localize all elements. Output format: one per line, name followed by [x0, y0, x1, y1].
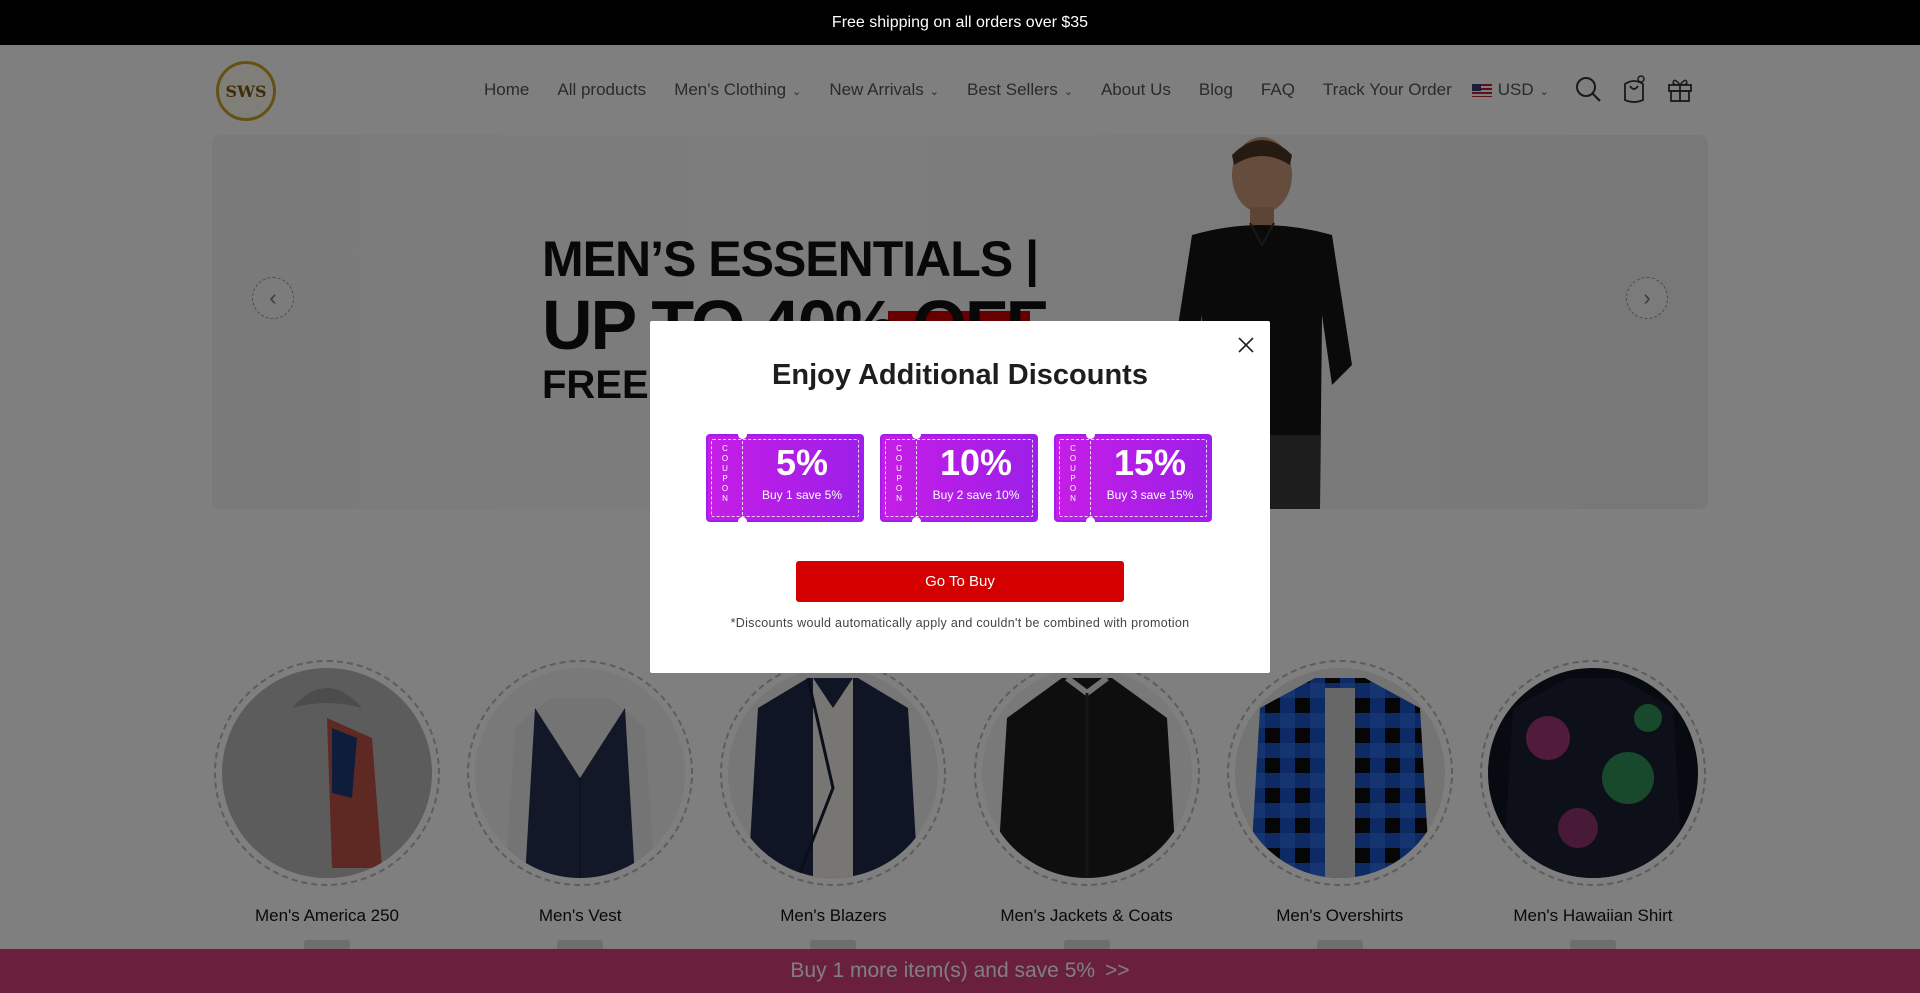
coupon-letter: U — [722, 464, 728, 473]
coupon-percent: 15% — [1113, 442, 1187, 483]
coupon-letter: U — [1070, 464, 1076, 473]
discount-popup: Enjoy Additional Discounts COUPON 5% Buy… — [650, 321, 1270, 673]
coupon-notch — [1086, 430, 1095, 439]
coupon-percent: 10% — [939, 442, 1013, 483]
announcement-bar: Free shipping on all orders over $35 — [0, 0, 1920, 45]
popup-disclaimer: *Discounts would automatically apply and… — [730, 616, 1190, 630]
coupon-list: COUPON 5% Buy 1 save 5% COUPON 10% Buy 2… — [706, 430, 1212, 526]
coupon-letter: O — [895, 484, 903, 493]
coupon-notch — [1086, 517, 1095, 526]
coupon-card: COUPON 15% Buy 3 save 15% — [1054, 430, 1212, 526]
coupon-card: COUPON 5% Buy 1 save 5% — [706, 430, 864, 526]
coupon-letter: O — [721, 484, 729, 493]
coupon-side-label: COUPON — [888, 444, 910, 504]
coupon-letter: C — [1070, 444, 1076, 453]
coupon-notch — [738, 517, 747, 526]
coupon-percent: 5% — [775, 442, 829, 483]
coupon-letter: P — [722, 474, 728, 483]
coupon-letter: N — [722, 494, 728, 503]
coupon-letter: O — [721, 454, 729, 463]
coupon-description: Buy 3 save 15% — [1106, 488, 1194, 502]
coupon-notch — [912, 430, 921, 439]
coupon-letter: O — [1069, 484, 1077, 493]
coupon-letter: O — [895, 454, 903, 463]
popup-title: Enjoy Additional Discounts — [772, 359, 1148, 391]
coupon-letter: U — [896, 464, 902, 473]
go-to-buy-button[interactable]: Go To Buy — [796, 561, 1124, 602]
coupon-letter: P — [1070, 474, 1076, 483]
coupon-side-label: COUPON — [1062, 444, 1084, 504]
coupon-letter: O — [1069, 454, 1077, 463]
close-icon — [1238, 337, 1254, 353]
coupon-card: COUPON 10% Buy 2 save 10% — [880, 430, 1038, 526]
coupon-letter: N — [1070, 494, 1076, 503]
close-button[interactable] — [1232, 331, 1260, 359]
coupon-letter: N — [896, 494, 902, 503]
coupon-description: Buy 1 save 5% — [761, 488, 843, 502]
coupon-letter: P — [896, 474, 902, 483]
coupon-side-label: COUPON — [714, 444, 736, 504]
coupon-letter: C — [896, 444, 902, 453]
announcement-text: Free shipping on all orders over $35 — [831, 13, 1089, 31]
coupon-notch — [738, 430, 747, 439]
coupon-notch — [912, 517, 921, 526]
coupon-letter: C — [722, 444, 728, 453]
coupon-description: Buy 2 save 10% — [932, 488, 1020, 502]
